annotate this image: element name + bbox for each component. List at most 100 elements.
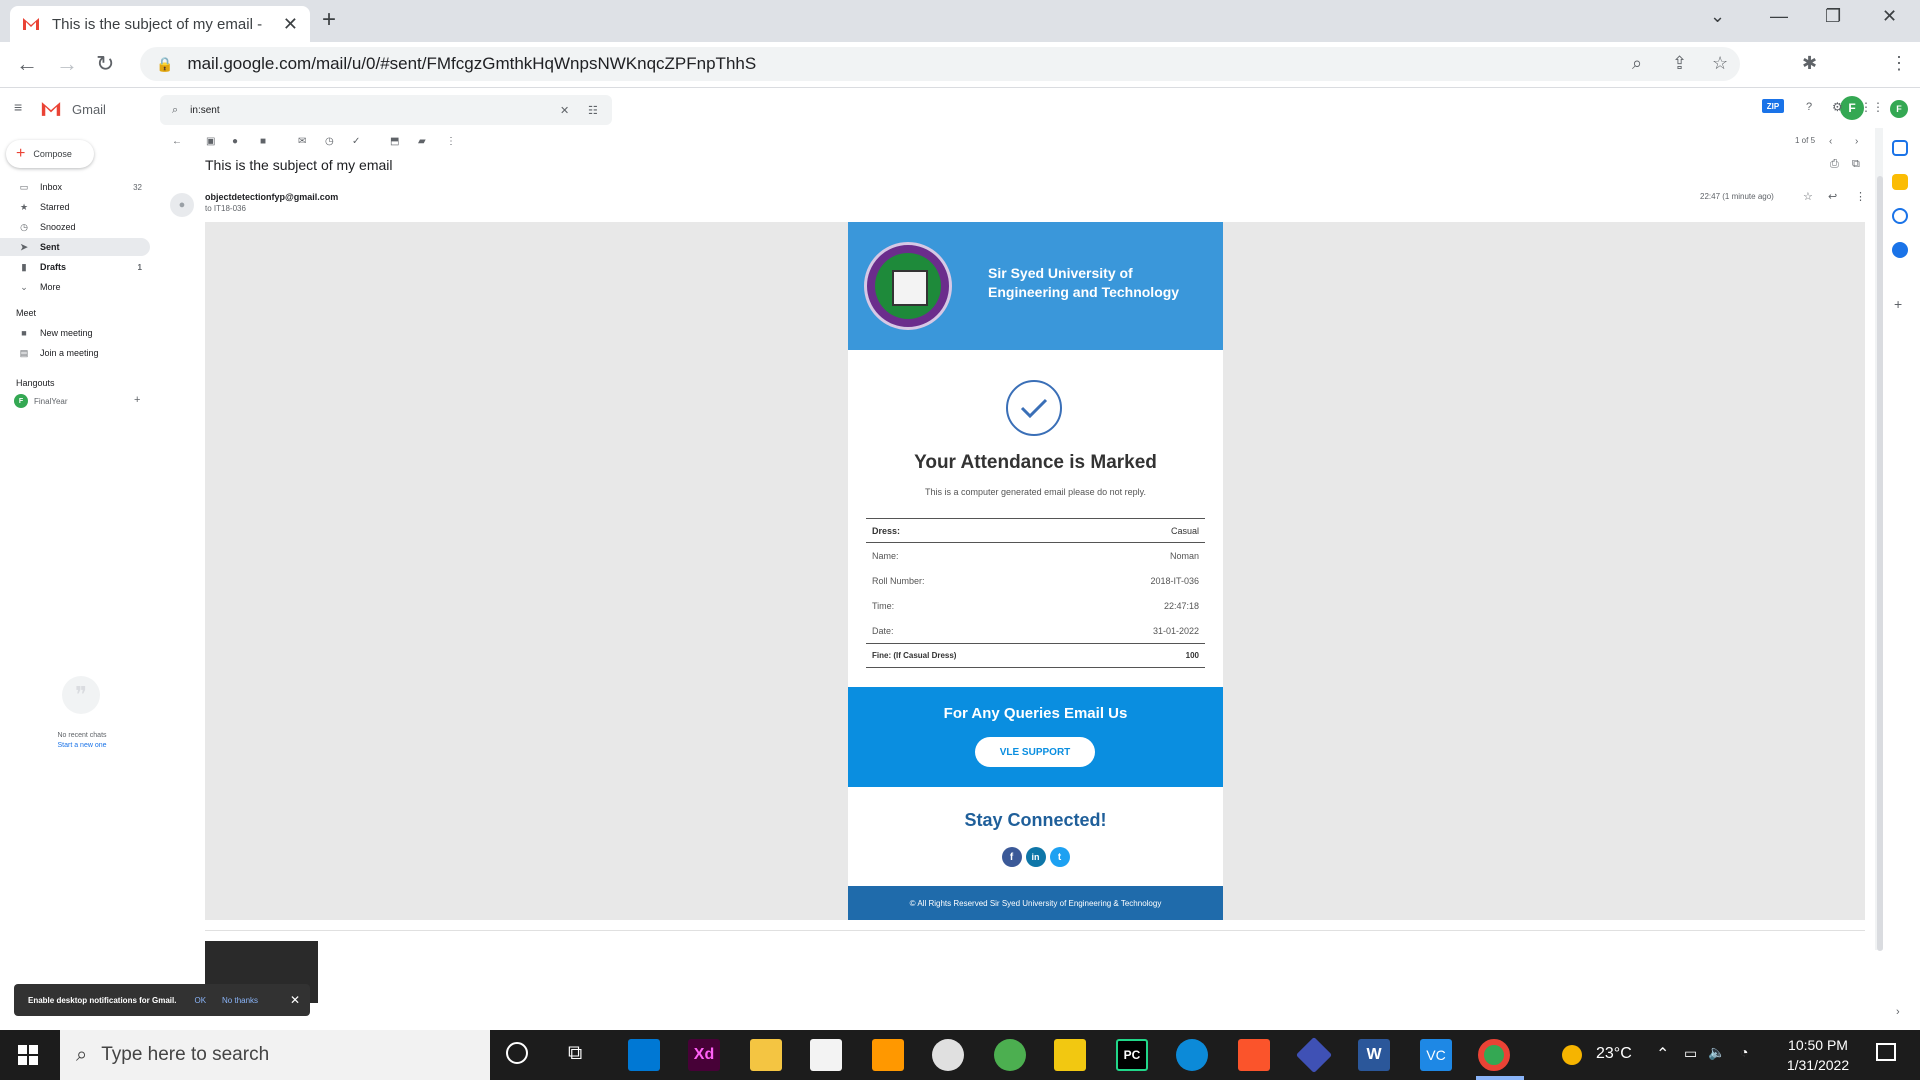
hangouts-user[interactable]: FinalYear (34, 397, 68, 406)
bookmark-star-icon[interactable]: ☆ (1712, 53, 1728, 74)
brave-icon[interactable] (1238, 1039, 1270, 1071)
mail-app-icon[interactable] (628, 1039, 660, 1071)
delete-icon[interactable]: ■ (260, 136, 266, 147)
add-chat-icon[interactable]: + (134, 394, 140, 406)
compose-label: Compose (33, 149, 72, 159)
sidebar-item-join-meeting[interactable]: ▤ Join a meeting (0, 344, 150, 362)
minimize-button[interactable]: — (1770, 6, 1788, 27)
add-task-icon[interactable]: ✓ (352, 136, 360, 147)
file-explorer-icon[interactable] (750, 1039, 782, 1071)
reload-icon[interactable]: ↻ (96, 51, 114, 77)
forward-icon[interactable]: → (56, 51, 78, 77)
back-icon[interactable]: ← (16, 51, 38, 77)
older-icon[interactable]: › (1855, 136, 1858, 147)
tasks-icon[interactable] (1892, 208, 1908, 224)
paint-icon[interactable] (932, 1039, 964, 1071)
sidebar-item-sent[interactable]: ➤ Sent (0, 238, 150, 256)
adobe-xd-icon[interactable]: Xd (688, 1039, 720, 1071)
anaconda-icon[interactable] (994, 1039, 1026, 1071)
browser-tab[interactable]: This is the subject of my email - ✕ (10, 6, 310, 42)
message-more-icon[interactable]: ⋮ (1855, 190, 1866, 203)
windows-start-icon[interactable] (18, 1045, 38, 1070)
tab-search-icon[interactable]: ⌄ (1710, 6, 1725, 27)
sidebar-item-drafts[interactable]: ▮ Drafts 1 (0, 258, 150, 276)
more-options-icon[interactable]: ⋮ (446, 136, 456, 147)
pycharm-icon[interactable]: PC (1116, 1039, 1148, 1071)
temperature[interactable]: 23°C (1596, 1045, 1632, 1063)
archive-icon[interactable]: ▣ (206, 136, 215, 147)
wifi-icon[interactable]: ◔ (1740, 1044, 1748, 1060)
search-icon[interactable]: ⌕ (172, 104, 178, 117)
vc-icon[interactable]: VC (1420, 1039, 1452, 1071)
report-spam-icon[interactable]: ● (232, 136, 238, 147)
start-chat-link[interactable]: Start a new one (0, 742, 164, 749)
notification-close-icon[interactable]: ✕ (290, 993, 300, 1007)
git-kraken-icon[interactable] (1295, 1036, 1333, 1074)
taskbar-search[interactable]: ⌕ Type here to search (60, 1030, 490, 1080)
back-to-list-icon[interactable]: ← (172, 136, 182, 147)
print-icon[interactable]: ⎙ (1830, 158, 1839, 171)
close-tab-icon[interactable]: ✕ (283, 14, 298, 35)
apps-grid-icon[interactable]: ⋮⋮ (1860, 100, 1884, 114)
twitter-icon[interactable]: t (1049, 847, 1070, 867)
sidebar-item-snoozed[interactable]: ◷ Snoozed (0, 218, 150, 236)
sidebar-item-more[interactable]: ⌄ More (0, 278, 150, 296)
mark-unread-icon[interactable]: ✉ (298, 136, 306, 147)
linkedin-icon[interactable]: in (1025, 847, 1046, 867)
tray-chevron-icon[interactable]: ⌃ (1656, 1044, 1669, 1064)
help-icon[interactable]: ? (1806, 101, 1812, 113)
edge-icon[interactable] (1176, 1039, 1208, 1071)
mail-search-bar[interactable]: ⌕ in:sent ✕ ☷ (160, 95, 612, 125)
task-view-icon[interactable]: ⧉ (568, 1042, 582, 1065)
calendar-icon[interactable] (1892, 140, 1908, 156)
facebook-icon[interactable]: f (1001, 847, 1022, 867)
sublime-text-icon[interactable] (872, 1039, 904, 1071)
chrome-icon[interactable] (1478, 1039, 1510, 1071)
restore-button[interactable]: ❐ (1825, 6, 1841, 27)
contacts-icon[interactable] (1892, 242, 1908, 258)
share-icon[interactable]: ⇪ (1672, 53, 1687, 74)
zoom-icon[interactable]: ⌕ (1632, 53, 1642, 74)
notification-no-thanks-button[interactable]: No thanks (222, 996, 258, 1005)
add-addon-icon[interactable]: + (1894, 296, 1902, 312)
settings-gear-icon[interactable]: ⚙ (1832, 100, 1843, 114)
vle-support-button[interactable]: VLE SUPPORT (975, 737, 1095, 767)
gmail-logo-icon[interactable] (40, 101, 62, 117)
notifications-icon[interactable] (1876, 1043, 1896, 1061)
cortana-icon[interactable] (506, 1042, 528, 1064)
star-message-icon[interactable]: ☆ (1803, 190, 1813, 203)
clear-search-icon[interactable]: ✕ (560, 104, 569, 117)
sender-email[interactable]: objectdetectionfyp@gmail.com (205, 192, 338, 202)
battery-icon[interactable]: ▭ (1684, 1045, 1697, 1062)
sidebar-item-new-meeting[interactable]: ■ New meeting (0, 324, 150, 342)
compose-button[interactable]: + Compose (6, 140, 94, 168)
extensions-icon[interactable]: ✱ (1802, 53, 1817, 74)
gmail-account-avatar[interactable]: F (1890, 100, 1908, 118)
snooze-icon[interactable]: ◷ (325, 136, 334, 147)
expand-panel-icon[interactable]: › (1896, 1006, 1900, 1018)
power-bi-icon[interactable] (1054, 1039, 1086, 1071)
main-menu-icon[interactable]: ≡ (14, 99, 22, 115)
store-icon[interactable] (810, 1039, 842, 1071)
word-icon[interactable]: W (1358, 1039, 1390, 1071)
label-icon[interactable]: ▰ (418, 136, 426, 147)
new-window-icon[interactable]: ⧉ (1852, 158, 1860, 171)
close-window-button[interactable]: ✕ (1882, 6, 1897, 27)
newer-icon[interactable]: ‹ (1829, 136, 1832, 147)
search-options-icon[interactable]: ☷ (588, 104, 598, 117)
notification-ok-button[interactable]: OK (194, 996, 206, 1005)
volume-icon[interactable]: 🔈 (1708, 1044, 1725, 1061)
new-tab-button[interactable]: + (322, 6, 336, 34)
gmail-header: ≡ Gmail ⌕ in:sent ✕ ☷ ? ⚙ ⋮⋮ F (0, 88, 1920, 128)
system-clock[interactable]: 10:50 PM 1/31/2022 (1770, 1035, 1866, 1075)
recipient-line[interactable]: to IT18-036 (205, 204, 246, 213)
address-bar[interactable]: 🔒 mail.google.com/mail/u/0/#sent/FMfcgzG… (140, 47, 1740, 81)
sidebar-item-starred[interactable]: ★ Starred (0, 198, 150, 216)
move-to-icon[interactable]: ⬒ (390, 136, 399, 147)
weather-icon[interactable] (1562, 1045, 1582, 1065)
chrome-menu-icon[interactable]: ⋮ (1890, 53, 1908, 74)
reply-icon[interactable]: ↩ (1828, 190, 1837, 203)
sidebar-item-inbox[interactable]: ▭ Inbox 32 (0, 178, 150, 196)
search-input[interactable]: in:sent (190, 105, 219, 116)
keep-icon[interactable] (1892, 174, 1908, 190)
